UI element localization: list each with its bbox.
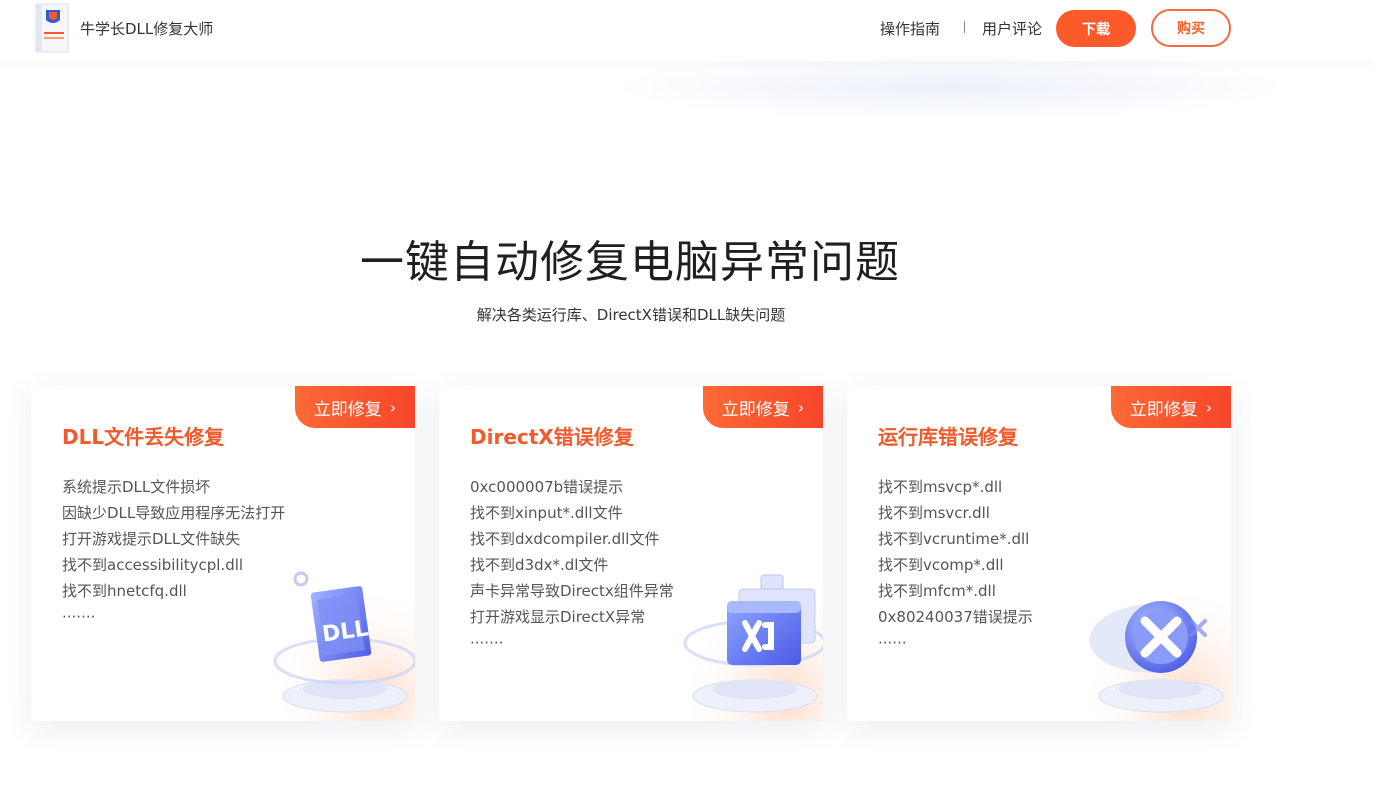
app-logo[interactable] [34,2,72,54]
card-runtime-repair: 立即修复 › 运行库错误修复 找不到msvcp*.dll 找不到msvcr.dl… [847,386,1231,721]
issue-list: 找不到msvcp*.dll 找不到msvcr.dll 找不到vcruntime*… [878,474,1033,656]
card-title: DirectX错误修复 [470,425,634,449]
list-item: 找不到accessibilitycpl.dll [62,556,244,574]
list-item: 找不到hnetcfq.dll [62,582,187,600]
list-item: 找不到dxdcompiler.dll文件 [470,530,660,548]
list-item: 声卡异常导致Directx组件异常 [470,582,674,600]
list-item: 因缺少DLL导致应用程序无法打开 [62,504,286,522]
hero-title: 一键自动修复电脑异常问题 [360,237,900,288]
nav-reviews-link[interactable]: 用户评论 [982,18,1042,39]
list-item: 打开游戏显示DirectX异常 [470,608,646,626]
chevron-right-icon: › [1205,397,1213,417]
repair-now-label: 立即修复 [721,399,790,420]
list-item: ······ [878,634,907,652]
list-item: 找不到msvcr.dll [878,504,990,522]
issue-list: 0xc000007b错误提示 找不到xinput*.dll文件 找不到dxdco… [470,474,674,656]
list-item: 找不到d3dx*.dl文件 [470,556,609,574]
list-item: 打开游戏提示DLL文件缺失 [62,530,241,548]
chevron-right-icon: › [797,397,805,417]
list-item: 找不到vcomp*.dll [878,556,1004,574]
card-directx-repair: 立即修复 › DirectX错误修复 0xc000007b错误提示 找不到xin… [439,386,823,721]
repair-now-label: 立即修复 [313,399,382,420]
header-shadow-glow [610,52,1290,122]
dll-file-icon: DLL [265,561,415,721]
card-title: DLL文件丢失修复 [62,425,225,449]
list-item: 系统提示DLL文件损坏 [62,478,211,496]
list-item: 0x80240037错误提示 [878,608,1033,626]
repair-now-label: 立即修复 [1129,399,1198,420]
list-item: 找不到msvcp*.dll [878,478,1003,496]
repair-now-button[interactable]: 立即修复 › [1111,386,1231,428]
runtime-x-icon [1081,561,1231,721]
repair-now-button[interactable]: 立即修复 › [295,386,415,428]
card-dll-repair: 立即修复 › DLL文件丢失修复 系统提示DLL文件损坏 因缺少DLL导致应用程… [31,386,415,721]
issue-list: 系统提示DLL文件损坏 因缺少DLL导致应用程序无法打开 打开游戏提示DLL文件… [62,474,285,630]
chevron-right-icon: › [389,397,397,417]
hero-subtitle: 解决各类运行库、DirectX错误和DLL缺失问题 [476,306,786,324]
list-item: ······· [62,608,96,626]
list-item: 找不到vcruntime*.dll [878,530,1030,548]
card-title: 运行库错误修复 [878,425,1018,449]
nav-divider [964,21,965,33]
list-item: ······· [470,634,504,652]
list-item: 0xc000007b错误提示 [470,478,624,496]
directx-window-icon [673,561,823,721]
repair-now-button[interactable]: 立即修复 › [703,386,823,428]
download-button[interactable]: 下载 [1056,10,1136,47]
nav-guide-link[interactable]: 操作指南 [880,18,940,39]
app-name[interactable]: 牛学长DLL修复大师 [80,18,213,39]
list-item: 找不到xinput*.dll文件 [470,504,623,522]
buy-button[interactable]: 购买 [1151,9,1231,47]
list-item: 找不到mfcm*.dll [878,582,996,600]
